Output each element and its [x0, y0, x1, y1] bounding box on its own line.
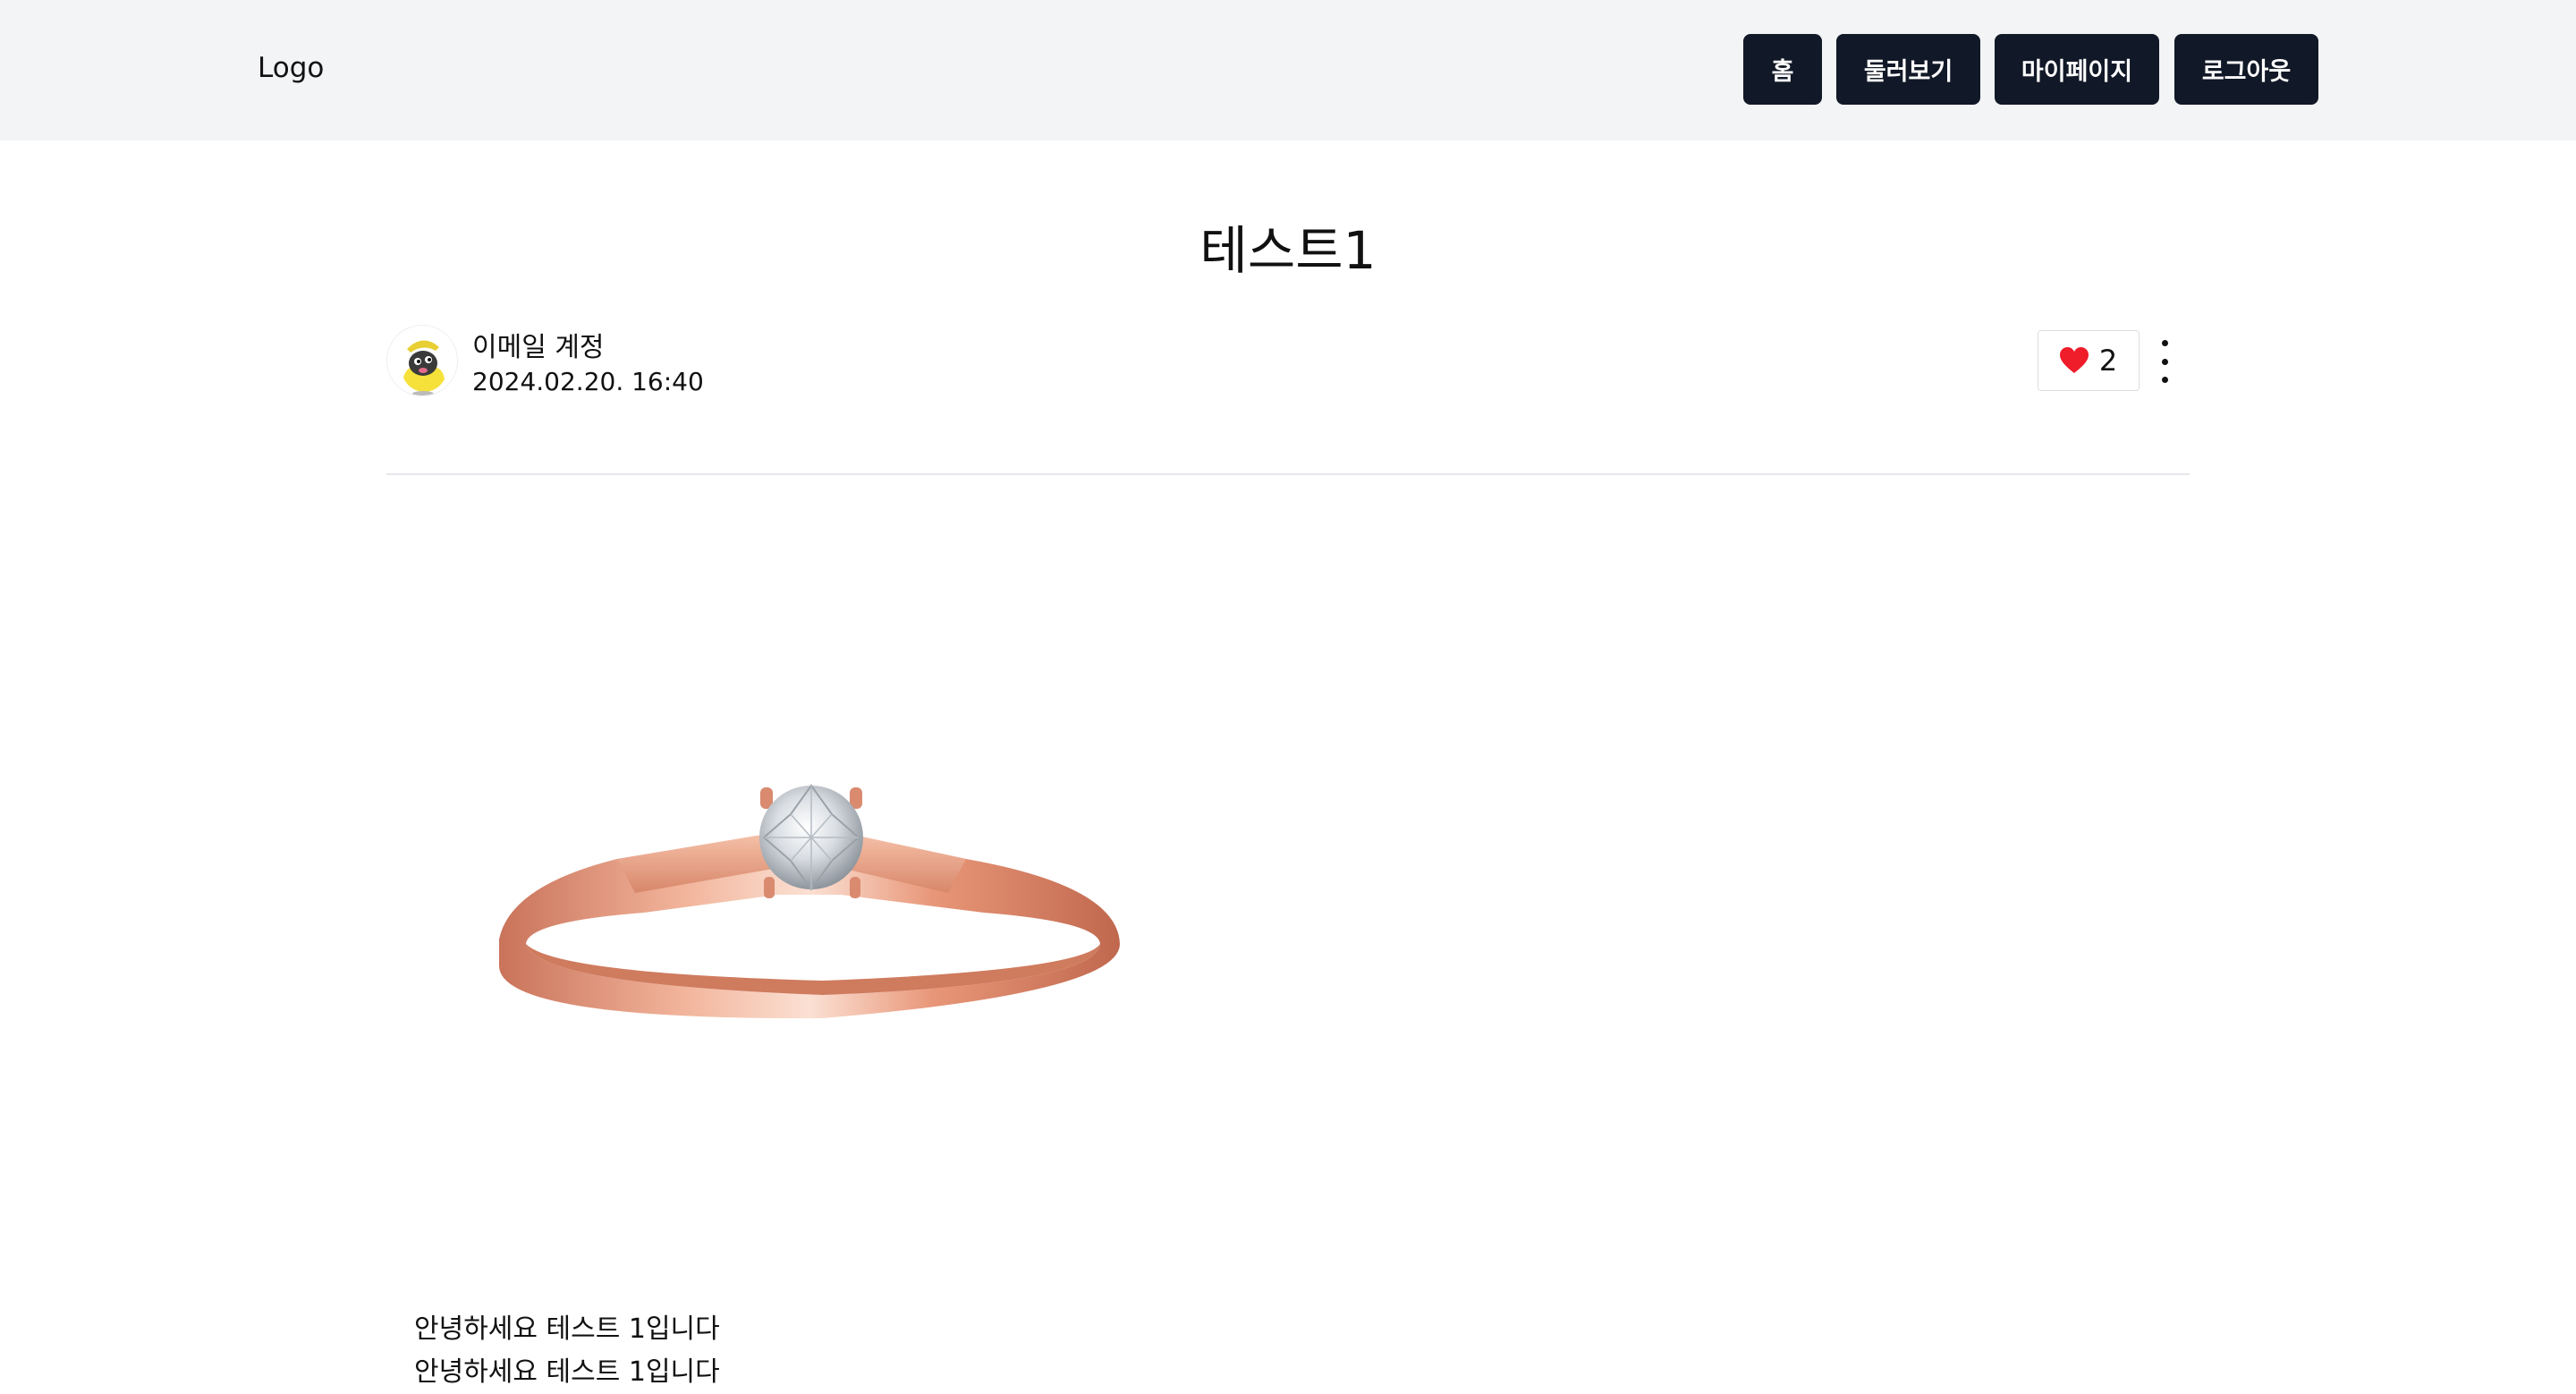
divider	[386, 473, 2190, 475]
nav-logout-button[interactable]: 로그아웃	[2174, 34, 2318, 105]
post-body-line: 안녕하세요 테스트 1입니다	[414, 1313, 720, 1345]
post-image-ring	[483, 761, 1136, 1056]
post-date: 2024.02.20. 16:40	[472, 367, 704, 396]
avatar-mascot-icon	[387, 326, 457, 395]
nav-explore-button[interactable]: 둘러보기	[1836, 34, 1980, 105]
heart-icon	[2059, 347, 2089, 373]
post-title: 테스트1	[1199, 220, 1377, 281]
author-name: 이메일 계정	[472, 332, 605, 363]
like-count: 2	[2098, 344, 2118, 378]
nav-home-button[interactable]: 홈	[1743, 34, 1822, 105]
author-avatar[interactable]	[386, 325, 458, 396]
more-vertical-icon[interactable]	[2156, 340, 2174, 383]
post-body: 안녕하세요 테스트 1입니다 안녕하세요 테스트 1입니다	[414, 1308, 720, 1394]
logo[interactable]: Logo	[258, 52, 324, 84]
like-button[interactable]: 2	[2038, 330, 2140, 391]
nav-mypage-button[interactable]: 마이페이지	[1995, 34, 2159, 105]
post-body-line: 안녕하세요 테스트 1입니다	[414, 1356, 720, 1388]
top-header: Logo 홈 둘러보기 마이페이지 로그아웃	[0, 0, 2576, 140]
